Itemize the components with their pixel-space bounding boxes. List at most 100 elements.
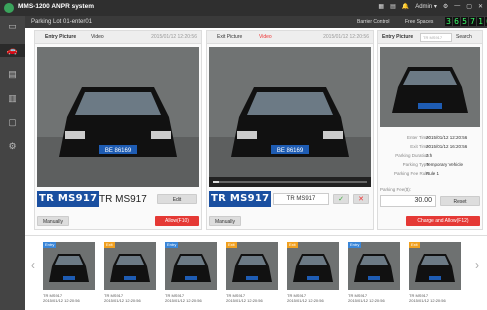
exit-plate-image: TR MS917 [209,191,272,207]
info-row: Enter Time: 2015/01/12 12:20:56 [378,133,482,142]
exit-manual-button[interactable]: Manually [209,216,241,226]
charge-allow-button[interactable]: Charge and Allow(F12) [406,216,480,226]
exit-panel: Exit Picture Video 2015/01/12 12:20:56 B… [206,30,374,230]
settings-icon[interactable]: ⚙ [443,3,448,10]
thumbnail-tag: Entry [165,242,179,248]
free-spaces-label: Free Spaces [405,18,434,25]
history-thumbnail[interactable]: Exit [104,242,156,290]
app-window: MMS-1200 ANPR system ▦ ▤ 🔔 Admin ▾ ⚙ — ▢… [0,0,487,310]
info-row: Parking Duration: 3 h [378,151,482,160]
info-car-photo [380,47,480,127]
car-illustration: BE 86169 [37,47,199,187]
entry-plate-image: TR MS917 [37,191,100,207]
parking-car-icon[interactable]: 🚗 [0,44,25,57]
tab-entry-picture[interactable]: Entry Picture [45,34,76,40]
grid-icon[interactable]: ▦ [378,3,384,10]
tab-exit-video[interactable]: Video [259,34,272,40]
next-arrow-icon[interactable]: › [475,258,479,272]
info-value: Temporary Vehicle [426,162,464,167]
history-thumbnail[interactable]: Entry [43,242,95,290]
counter-digit: 5 [461,17,468,26]
search-input[interactable]: TR MS917 [420,33,452,42]
search-button[interactable]: Search [456,34,472,40]
history-thumbnail[interactable]: Entry [348,242,400,290]
thumbnail-time: 2015/01/12 12:20:56 [226,298,263,303]
counter-digit: 6 [453,17,460,26]
maximize-icon[interactable]: ▢ [466,3,472,10]
free-spaces-counter: 3 6 5 7 1 0 0 0 [445,17,487,26]
history-thumbnail[interactable]: Exit [287,242,339,290]
info-row: Parking Fee Rule: Rule 1 [378,169,482,178]
barrier-control-button[interactable]: Barrier Control [357,19,390,25]
info-value: 2015/01/12 12:20:56 [426,135,468,140]
settings-gear-icon[interactable]: ⚙ [6,140,19,153]
exit-car-photo: BE 86169 [209,47,371,187]
vehicle-list-icon[interactable]: ▤ [6,68,19,81]
entry-manual-button[interactable]: Manually [37,216,69,226]
history-thumbnail[interactable]: Exit [409,242,461,290]
app-title: MMS-1200 ANPR system [18,3,94,10]
thumbnail-time: 2015/01/12 12:20:56 [165,298,202,303]
info-value: 3 h [426,153,433,158]
records-icon[interactable]: ▥ [6,92,19,105]
thumbnail-tag: Exit [287,242,298,248]
sidebar: ▭ 🚗 ▤ ▥ ▢ ⚙ [0,16,25,310]
tab-entry-video[interactable]: Video [91,34,104,40]
sub-header: Parking Lot 01-enter01 Barrier Control F… [25,16,487,28]
title-bar: MMS-1200 ANPR system ▦ ▤ 🔔 Admin ▾ ⚙ — ▢… [0,0,487,16]
bell-icon[interactable]: 🔔 [402,3,409,10]
entry-plate-text: TR MS917 [99,194,147,205]
exit-plate-text[interactable]: TR MS917 [273,193,329,205]
tab-exit-picture[interactable]: Exit Picture [217,34,242,40]
allow-button[interactable]: Allow(F10) [155,216,199,226]
thumbnail-time: 2015/01/12 12:20:56 [287,298,324,303]
app-logo-icon [4,3,14,13]
car-plate-small: BE 86169 [105,148,132,154]
history-thumbnail[interactable]: Exit [226,242,278,290]
thumbnail-tag: Entry [43,242,57,248]
window-controls: ▦ ▤ 🔔 Admin ▾ ⚙ — ▢ ✕ [378,3,483,10]
thumbnail-tag: Exit [226,242,237,248]
car-illustration [380,47,480,127]
info-value: 2015/01/12 16:20:56 [426,144,468,149]
entry-tabbar: Entry Picture Video 2015/01/12 12:20:56 [35,31,201,44]
car-illustration: BE 86169 [209,47,371,187]
info-key: Parking Duration: [395,153,430,158]
fee-label: Parking Fee($): [380,187,412,192]
exit-tabbar: Exit Picture Video 2015/01/12 12:20:56 [207,31,373,44]
confirm-check-icon[interactable]: ✓ [333,194,349,204]
info-tabbar: Entry Picture TR MS917 Search [378,31,482,44]
thumbnail-tag: Entry [348,242,362,248]
info-key: Parking Fee Rule: [393,171,430,176]
reset-button[interactable]: Reset [440,196,480,206]
dashboard-icon[interactable]: ▭ [6,20,19,33]
reject-x-icon[interactable]: ✕ [353,194,369,204]
thumbnail-tag: Exit [409,242,420,248]
parking-lot-selector[interactable]: Parking Lot 01-enter01 [31,19,92,25]
edit-button[interactable]: Edit [157,194,197,204]
thumbnail-time: 2015/01/12 12:20:56 [409,298,446,303]
list-icon[interactable]: ▤ [390,3,396,10]
car-plate-small: BE 86169 [277,148,304,154]
close-icon[interactable]: ✕ [478,3,483,10]
info-panel: Entry Picture TR MS917 Search Enter Time… [377,30,483,230]
prev-arrow-icon[interactable]: ‹ [31,258,35,272]
thumbnail-time: 2015/01/12 12:20:56 [348,298,385,303]
user-menu[interactable]: Admin ▾ [415,3,437,10]
minimize-icon[interactable]: — [454,3,460,10]
entry-timestamp: 2015/01/12 12:20:56 [151,34,197,40]
monitor-icon[interactable]: ▢ [6,116,19,129]
counter-digit: 7 [469,17,476,26]
tab-info-entry-picture[interactable]: Entry Picture [382,34,413,40]
history-thumbnail[interactable]: Entry [165,242,217,290]
entry-car-photo: BE 86169 [37,47,199,187]
info-value: Rule 1 [426,171,440,176]
info-row: Parking Type: Temporary Vehicle [378,160,482,169]
fee-input[interactable]: 30.00 [380,195,436,207]
thumbnail-time: 2015/01/12 12:20:56 [43,298,80,303]
counter-digit: 3 [445,17,452,26]
counter-digit: 1 [477,17,484,26]
thumbnail-time: 2015/01/12 12:20:56 [104,298,141,303]
entry-panel: Entry Picture Video 2015/01/12 12:20:56 … [34,30,202,230]
thumbnail-tag: Exit [104,242,115,248]
